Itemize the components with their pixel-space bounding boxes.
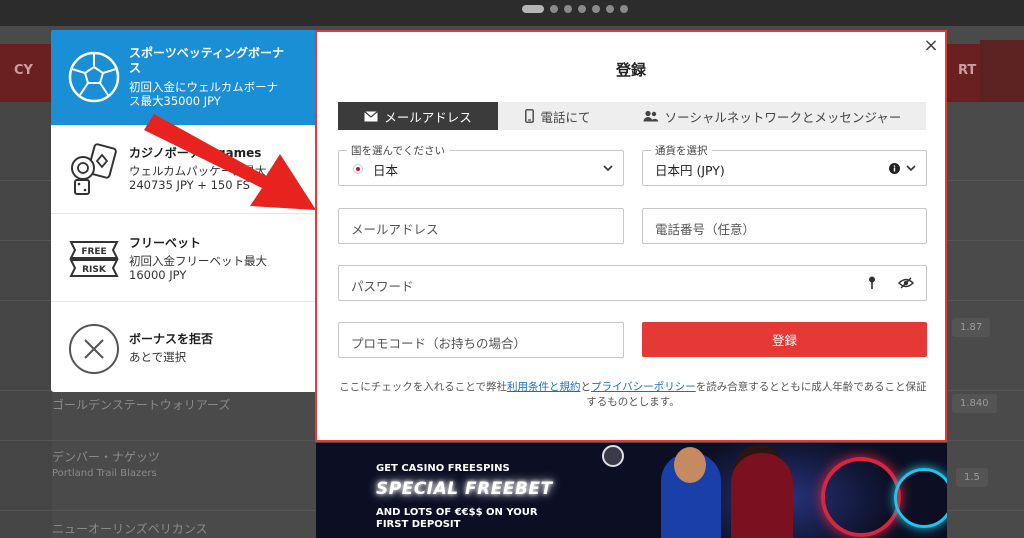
close-button[interactable]: × [921, 36, 941, 56]
banner-headline: SPECIAL FREEBET [376, 479, 553, 499]
tab-label: メールアドレス [384, 109, 472, 125]
promo-code-field[interactable]: プロモコード（お持ちの場合） [338, 322, 624, 358]
top-bar [0, 0, 1024, 26]
annotation-arrow [144, 114, 316, 210]
decline-x-icon [69, 324, 119, 374]
email-placeholder: メールアドレス [351, 222, 439, 237]
info-icon[interactable] [889, 163, 900, 174]
register-button[interactable]: 登録 [642, 322, 927, 357]
sports-label-left: CY [14, 63, 33, 78]
soccer-ball-icon [68, 51, 120, 103]
currency-label: 通貨を選択 [651, 143, 712, 158]
tab-email[interactable]: メールアドレス [338, 102, 498, 130]
bg-odds: 1.5 [956, 468, 988, 487]
promo-placeholder: プロモコード（お持ちの場合） [351, 336, 527, 351]
tab-label: ソーシャルネットワークとメッセンジャー [664, 109, 902, 125]
bg-team-row: ニューオーリンズペリカンス [52, 522, 208, 536]
side-tab [980, 40, 1024, 102]
promo-banner[interactable]: GET CASINO FREESPINS SPECIAL FREEBET AND… [316, 443, 947, 538]
carousel-dots [522, 5, 628, 13]
envelope-icon [364, 110, 379, 121]
currency-select[interactable]: 通貨を選択 日本円 (JPY) [642, 143, 927, 186]
bg-team-row: ゴールデンステートウォリアーズ [52, 398, 231, 412]
bonus-description: 初回入金にウェルカムボーナ ス最大35000 JPY [129, 80, 279, 108]
bonus-description: あとで選択 [129, 350, 187, 364]
phone-field[interactable]: 電話番号（任意） [642, 208, 927, 244]
bonus-title: ボーナスを拒否 [129, 332, 214, 346]
bg-odds: 1.87 [952, 318, 991, 337]
privacy-link[interactable]: プライバシーポリシー [591, 381, 696, 393]
soccer-ball-image [602, 445, 624, 467]
country-label: 国を選んでください [347, 143, 449, 158]
country-value: 日本 [373, 163, 399, 178]
roulette-wheel [894, 468, 947, 528]
email-field[interactable]: メールアドレス [338, 208, 624, 244]
country-select[interactable]: 国を選んでください 日本 [338, 143, 624, 186]
banner-line-1: GET CASINO FREESPINS [376, 463, 510, 474]
modal-title: 登録 [615, 61, 646, 79]
chevron-down-icon [603, 165, 613, 172]
registration-modal: × 登録 メールアドレス 電話にて ソーシャルネットワークとメッセンジャー 国を… [315, 30, 947, 442]
casino-chips-icon [71, 143, 117, 195]
key-icon[interactable] [868, 276, 876, 290]
phone-icon [525, 109, 535, 123]
left-column [0, 102, 52, 538]
bg-team-row: デンバー・ナゲッツ [52, 450, 161, 464]
bonus-title: フリーベット [129, 236, 202, 250]
eye-hidden-icon[interactable] [898, 277, 914, 289]
bonus-title: スポーツベッティングボーナ ス [129, 46, 285, 75]
tab-social[interactable]: ソーシャルネットワークとメッセンジャー [618, 102, 926, 130]
password-placeholder: パスワード [351, 279, 414, 294]
free-text: FREE [81, 247, 106, 257]
users-icon [643, 110, 659, 122]
terms-text: ここにチェックを入れることで弊社利用条件と規約とプライバシーポリシーを読み合意す… [339, 381, 927, 408]
neon-ring [821, 457, 901, 537]
tab-phone[interactable]: 電話にて [498, 102, 618, 130]
bonus-description: 初回入金フリーベット最大 16000 JPY [129, 254, 267, 282]
risk-text: RISK [82, 265, 107, 275]
registration-method-tabs: メールアドレス 電話にて ソーシャルネットワークとメッセンジャー [338, 102, 926, 130]
password-field[interactable]: パスワード [338, 265, 927, 301]
bg-odds: 1.840 [952, 394, 997, 413]
currency-value: 日本円 (JPY) [655, 163, 725, 178]
bonus-option-freebet[interactable]: FREE RISK フリーベット 初回入金フリーベット最大 16000 JPY [51, 214, 315, 302]
bg-team-row: Portland Trail Blazers [52, 468, 157, 479]
free-risk-icon: FREE RISK [69, 241, 119, 277]
sports-label-right: RT [958, 63, 977, 78]
japan-flag-icon [353, 164, 363, 174]
bonus-option-decline[interactable]: ボーナスを拒否 あとで選択 [51, 302, 315, 392]
chevron-down-icon [906, 165, 916, 172]
woman-figure [731, 453, 793, 538]
tab-label: 電話にて [540, 109, 591, 125]
banner-line-3: AND LOTS OF €€$$ ON YOUR FIRST DEPOSIT [376, 507, 538, 530]
terms-link[interactable]: 利用条件と規約 [507, 381, 581, 393]
phone-placeholder: 電話番号（任意） [655, 222, 756, 237]
